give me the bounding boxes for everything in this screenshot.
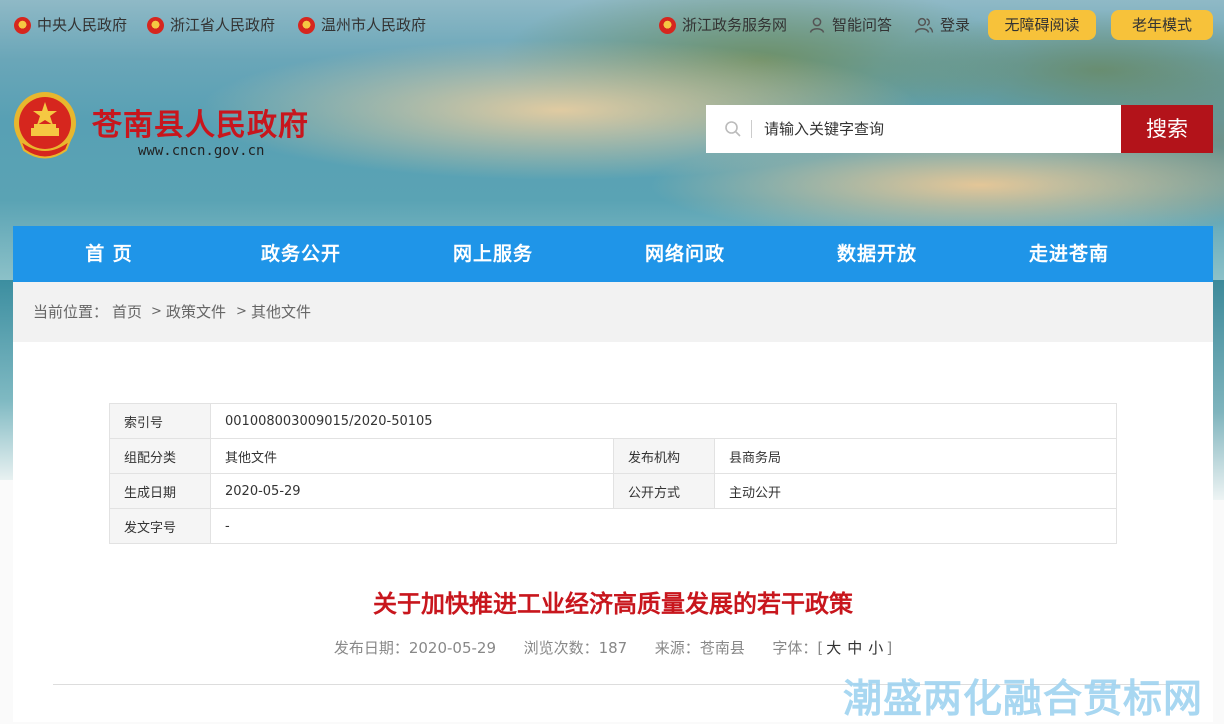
breadcrumb-prefix: 当前位置： [33, 303, 109, 321]
login-link[interactable]: 登录 [914, 14, 970, 36]
breadcrumb-other-docs[interactable]: 其他文件 [251, 282, 311, 342]
national-emblem-icon [659, 16, 676, 34]
search-icon [725, 121, 741, 137]
national-emblem-icon [14, 16, 31, 34]
background-edge-left [0, 280, 14, 480]
font-bracket-close: ] [886, 639, 893, 657]
content-panel: 当前位置： 首页 > 政策文件 > 其他文件 索引号 0010080030090… [13, 282, 1213, 722]
font-large-button[interactable]: 大 [823, 639, 844, 657]
search-button[interactable]: 搜索 [1121, 105, 1213, 153]
publisher-value: 县商务局 [714, 438, 1117, 474]
national-emblem-icon [147, 16, 164, 34]
doc-no-value: - [210, 508, 1117, 544]
wenzhou-gov-label: 温州市人民政府 [321, 16, 427, 34]
accessible-reading-button[interactable]: 无障碍阅读 [988, 10, 1096, 40]
source-value: 苍南县 [699, 639, 745, 657]
views-label: 浏览次数： [523, 639, 599, 657]
category-label: 组配分类 [109, 438, 211, 474]
document-meta-table: 索引号 001008003009015/2020-50105 组配分类 其他文件… [109, 403, 1117, 544]
breadcrumb-home[interactable]: 首页 [112, 282, 142, 342]
date-value: 2020-05-29 [210, 473, 614, 509]
zhejiang-gov-label: 浙江省人民政府 [170, 16, 276, 34]
breadcrumb-separator: > [236, 304, 247, 319]
login-label: 登录 [940, 16, 971, 34]
site-title: 苍南县人民政府 [92, 108, 309, 143]
nav-item-open-data[interactable]: 数据开放 [781, 226, 973, 282]
doc-no-label: 发文字号 [109, 508, 211, 544]
category-value: 其他文件 [210, 438, 614, 474]
zj-service-label: 浙江政务服务网 [682, 16, 788, 34]
article-meta: 发布日期：2020-05-29 浏览次数：187 来源：苍南县 字体：[大中小] [13, 637, 1213, 658]
nav-item-about-cangnan[interactable]: 走进苍南 [973, 226, 1165, 282]
open-mode-label: 公开方式 [613, 473, 715, 509]
article-title: 关于加快推进工业经济高质量发展的若干政策 [373, 590, 853, 618]
publish-date-label: 发布日期： [333, 639, 409, 657]
breadcrumb: 当前位置： 首页 > 政策文件 > 其他文件 [13, 282, 1213, 342]
top-bar: 中央人民政府 浙江省人民政府 温州市人民政府 浙江政务服务网 智能问答 登录 无… [0, 0, 1224, 50]
smart-qa-label: 智能问答 [832, 16, 893, 34]
publish-date-value: 2020-05-29 [408, 639, 497, 657]
font-small-button[interactable]: 小 [865, 639, 886, 657]
watermark-text: 潮盛两化融合贯标网 [843, 677, 1204, 722]
central-gov-link[interactable]: 中央人民政府 [14, 14, 127, 36]
font-medium-button[interactable]: 中 [844, 639, 865, 657]
nav-item-online-service[interactable]: 网上服务 [397, 226, 589, 282]
central-gov-label: 中央人民政府 [37, 16, 128, 34]
national-emblem-icon [298, 16, 315, 34]
index-no-label: 索引号 [109, 403, 211, 439]
search-box [706, 105, 1121, 153]
publisher-label: 发布机构 [613, 438, 715, 474]
national-emblem-icon [14, 92, 76, 159]
zj-service-link[interactable]: 浙江政务服务网 [659, 14, 787, 36]
table-row: 索引号 001008003009015/2020-50105 [109, 403, 1117, 439]
table-row: 发文字号 - [109, 508, 1117, 544]
table-row: 组配分类 其他文件 发布机构 县商务局 [109, 438, 1117, 474]
site-url: www.cncn.gov.cn [138, 143, 265, 159]
wenzhou-gov-link[interactable]: 温州市人民政府 [298, 14, 426, 36]
elderly-mode-button[interactable]: 老年模式 [1111, 10, 1213, 40]
search-divider [751, 120, 752, 138]
background-edge-right [1212, 280, 1224, 500]
nav-item-online-inquiry[interactable]: 网络问政 [589, 226, 781, 282]
open-mode-value: 主动公开 [714, 473, 1117, 509]
smart-qa-link[interactable]: 智能问答 [808, 14, 892, 36]
index-no-value: 001008003009015/2020-50105 [210, 403, 1117, 439]
zhejiang-gov-link[interactable]: 浙江省人民政府 [147, 14, 275, 36]
views-value: 187 [598, 639, 628, 657]
user-icon [809, 17, 825, 33]
users-icon [914, 17, 934, 33]
nav-item-home[interactable]: 首 页 [13, 226, 205, 282]
search-input[interactable] [764, 105, 1114, 153]
main-nav: 首 页 政务公开 网上服务 网络问政 数据开放 走进苍南 [13, 226, 1213, 282]
source-label: 来源： [654, 639, 700, 657]
breadcrumb-separator: > [151, 304, 162, 319]
nav-item-gov-affairs[interactable]: 政务公开 [205, 226, 397, 282]
font-size-label: 字体： [772, 639, 818, 657]
breadcrumb-policy-docs[interactable]: 政策文件 [166, 282, 226, 342]
site-logo[interactable]: 苍南县人民政府 www.cncn.gov.cn [12, 90, 342, 170]
table-row: 生成日期 2020-05-29 公开方式 主动公开 [109, 473, 1117, 509]
date-label: 生成日期 [109, 473, 211, 509]
